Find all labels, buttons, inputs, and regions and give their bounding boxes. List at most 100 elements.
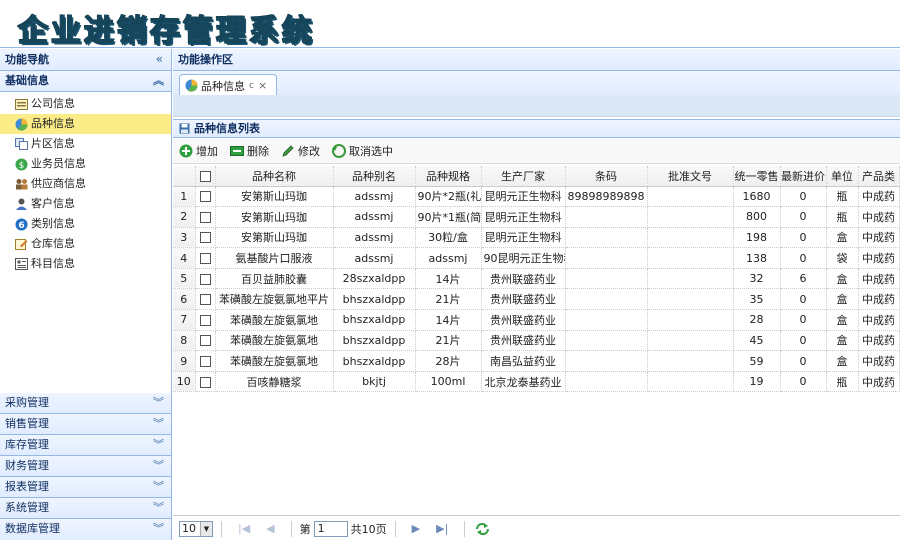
table-row[interactable]: 1 安第斯山玛珈 adssmj 90片*2瓶(礼 昆明元正生物科 89898989898 1… bbox=[173, 186, 900, 208]
supplier-icon bbox=[14, 178, 28, 190]
cell-manufacturer: 南昌弘益药业 bbox=[481, 350, 566, 372]
column-header-spec[interactable]: 品种规格 bbox=[415, 166, 482, 187]
expand-down-icon[interactable]: ︾ bbox=[153, 414, 164, 434]
row-checkbox[interactable] bbox=[199, 253, 211, 265]
last-page-icon[interactable]: ▶| bbox=[436, 522, 448, 535]
select-all-checkbox[interactable] bbox=[195, 166, 216, 187]
nav-item-category[interactable]: 6 类别信息 bbox=[0, 214, 171, 234]
row-checkbox-cell[interactable] bbox=[195, 227, 216, 249]
accordion-header-purchase[interactable]: 采购管理 ︾ bbox=[0, 393, 171, 414]
expand-down-icon[interactable]: ︾ bbox=[153, 498, 164, 518]
page-number-input[interactable]: 1 bbox=[313, 520, 348, 537]
center-panel-title: 功能操作区 bbox=[173, 49, 900, 71]
row-checkbox[interactable] bbox=[199, 376, 211, 388]
datagrid: 品种名称 品种别名 品种规格 生产厂家 条码 批准文号 统一零售 最新进价 单位… bbox=[173, 166, 900, 489]
row-checkbox[interactable] bbox=[199, 294, 211, 306]
next-page-icon[interactable]: ▶ bbox=[412, 522, 420, 535]
column-header-name[interactable]: 品种名称 bbox=[215, 166, 334, 187]
cell-approval-no bbox=[647, 268, 734, 290]
table-row[interactable]: 7苯磺酸左旋氨氯地bhszxaldpp14片贵州联盛药业280盒中成药20 bbox=[173, 309, 900, 331]
nav-item-company[interactable]: 公司信息 bbox=[0, 94, 171, 114]
row-checkbox-cell[interactable] bbox=[195, 186, 216, 208]
cell-alias: adssmj bbox=[333, 247, 416, 269]
table-row[interactable]: 2安第斯山玛珈adssmj90片*1瓶(简昆明元正生物科8000瓶中成药20 bbox=[173, 206, 900, 228]
pager-divider bbox=[290, 520, 292, 537]
row-checkbox-cell[interactable] bbox=[195, 288, 216, 311]
checkbox-icon[interactable] bbox=[199, 170, 211, 182]
accordion-header-system[interactable]: 系统管理 ︾ bbox=[0, 498, 171, 519]
column-header-product-type[interactable]: 产品类 bbox=[858, 166, 900, 187]
collapse-icon[interactable]: « bbox=[156, 49, 163, 70]
accordion-header-inventory[interactable]: 库存管理 ︾ bbox=[0, 435, 171, 456]
page-size-select[interactable]: 10 ▼ bbox=[179, 520, 213, 537]
row-checkbox-cell[interactable] bbox=[195, 309, 216, 331]
expand-down-icon[interactable]: ︾ bbox=[153, 435, 164, 455]
cell-spec: 90片*2瓶(礼 bbox=[415, 186, 482, 208]
row-checkbox-cell[interactable] bbox=[195, 330, 216, 352]
cell-approval-no bbox=[647, 371, 734, 393]
cell-approval-no bbox=[647, 206, 734, 228]
table-row[interactable]: 9苯磺酸左旋氨氯地bhszxaldpp28片南昌弘益药业590盒中成药20 bbox=[173, 350, 900, 372]
column-header-unit[interactable]: 单位 bbox=[826, 166, 859, 187]
column-header-alias[interactable]: 品种别名 bbox=[333, 166, 416, 187]
row-checkbox[interactable] bbox=[199, 314, 211, 326]
table-row[interactable]: 6苯磺酸左旋氨氯地平片bhszxaldpp21片贵州联盛药业350盒中成药20 bbox=[173, 288, 900, 311]
accordion-header-label: 财务管理 bbox=[5, 459, 49, 472]
accordion-header-finance[interactable]: 财务管理 ︾ bbox=[0, 456, 171, 477]
table-row[interactable]: 5百贝益肺胶囊28szxaldpp14片贵州联盛药业326盒中成药20 bbox=[173, 268, 900, 290]
nav-item-warehouse[interactable]: 仓库信息 bbox=[0, 234, 171, 254]
add-button[interactable]: 增加 bbox=[179, 143, 218, 159]
prev-page-icon[interactable]: ◀ bbox=[266, 522, 274, 535]
accordion-header-sales[interactable]: 销售管理 ︾ bbox=[0, 414, 171, 435]
column-header-barcode[interactable]: 条码 bbox=[565, 166, 648, 187]
row-number: 3 bbox=[173, 227, 196, 249]
close-icon[interactable]: × bbox=[258, 79, 267, 92]
category-icon: 6 bbox=[14, 218, 28, 231]
save-icon bbox=[179, 123, 190, 134]
row-checkbox[interactable] bbox=[199, 335, 211, 347]
accordion-header-report[interactable]: 报表管理 ︾ bbox=[0, 477, 171, 498]
nav-item-variety[interactable]: 品种信息 bbox=[0, 114, 171, 134]
expand-down-icon[interactable]: ︾ bbox=[153, 519, 164, 539]
cell-product-type: 中成药 bbox=[858, 330, 900, 352]
nav-item-customer[interactable]: 客户信息 bbox=[0, 194, 171, 214]
refresh-icon[interactable] bbox=[475, 522, 490, 536]
edit-button[interactable]: 修改 bbox=[281, 143, 320, 159]
accordion-header-basic-info[interactable]: 基础信息 ︽ bbox=[0, 71, 171, 92]
row-checkbox[interactable] bbox=[199, 232, 211, 244]
expand-down-icon[interactable]: ︾ bbox=[153, 393, 164, 413]
collapse-up-icon[interactable]: ︽ bbox=[153, 71, 164, 91]
nav-item-subject[interactable]: 科目信息 bbox=[0, 254, 171, 274]
chevron-down-icon[interactable]: ▼ bbox=[200, 521, 212, 536]
nav-item-staff[interactable]: $ 业务员信息 bbox=[0, 154, 171, 174]
column-header-approval-no[interactable]: 批准文号 bbox=[647, 166, 734, 187]
row-checkbox[interactable] bbox=[199, 356, 211, 368]
refresh-icon[interactable]: c bbox=[249, 81, 254, 91]
expand-down-icon[interactable]: ︾ bbox=[153, 456, 164, 476]
expand-down-icon[interactable]: ︾ bbox=[153, 477, 164, 497]
first-page-icon[interactable]: |◀ bbox=[238, 522, 250, 535]
tabs-bar: 品种信息 c × bbox=[173, 71, 900, 97]
row-checkbox-cell[interactable] bbox=[195, 371, 216, 393]
row-number: 4 bbox=[173, 247, 196, 269]
table-row[interactable]: 8苯磺酸左旋氨氯地bhszxaldpp21片贵州联盛药业450盒中成药20 bbox=[173, 330, 900, 352]
accordion-header-database[interactable]: 数据库管理 ︾ bbox=[0, 519, 171, 540]
delete-button[interactable]: 删除 bbox=[230, 143, 269, 159]
column-header-purchase-price[interactable]: 最新进价 bbox=[780, 166, 827, 187]
row-checkbox-cell[interactable] bbox=[195, 247, 216, 269]
table-row[interactable]: 4氨基酸片口服液adssmjadssmj90昆明元正生物科1380袋中成药20 bbox=[173, 247, 900, 269]
table-row[interactable]: 10百咳静糖浆bkjtj100ml北京龙泰基药业190瓶中成药20 bbox=[173, 371, 900, 393]
row-checkbox[interactable] bbox=[199, 191, 211, 203]
column-header-retail-price[interactable]: 统一零售 bbox=[733, 166, 781, 187]
row-checkbox-cell[interactable] bbox=[195, 268, 216, 290]
table-row[interactable]: 3安第斯山玛珈adssmj30粒/盒昆明元正生物科1980盒中成药20 bbox=[173, 227, 900, 249]
row-checkbox-cell[interactable] bbox=[195, 206, 216, 228]
nav-item-supplier[interactable]: 供应商信息 bbox=[0, 174, 171, 194]
row-checkbox-cell[interactable] bbox=[195, 350, 216, 372]
row-checkbox[interactable] bbox=[199, 273, 211, 285]
row-checkbox[interactable] bbox=[199, 211, 211, 223]
clear-selection-button[interactable]: 取消选中 bbox=[332, 143, 393, 159]
tab-variety-info[interactable]: 品种信息 c × bbox=[179, 74, 277, 97]
nav-item-area[interactable]: 片区信息 bbox=[0, 134, 171, 154]
column-header-manufacturer[interactable]: 生产厂家 bbox=[481, 166, 566, 187]
